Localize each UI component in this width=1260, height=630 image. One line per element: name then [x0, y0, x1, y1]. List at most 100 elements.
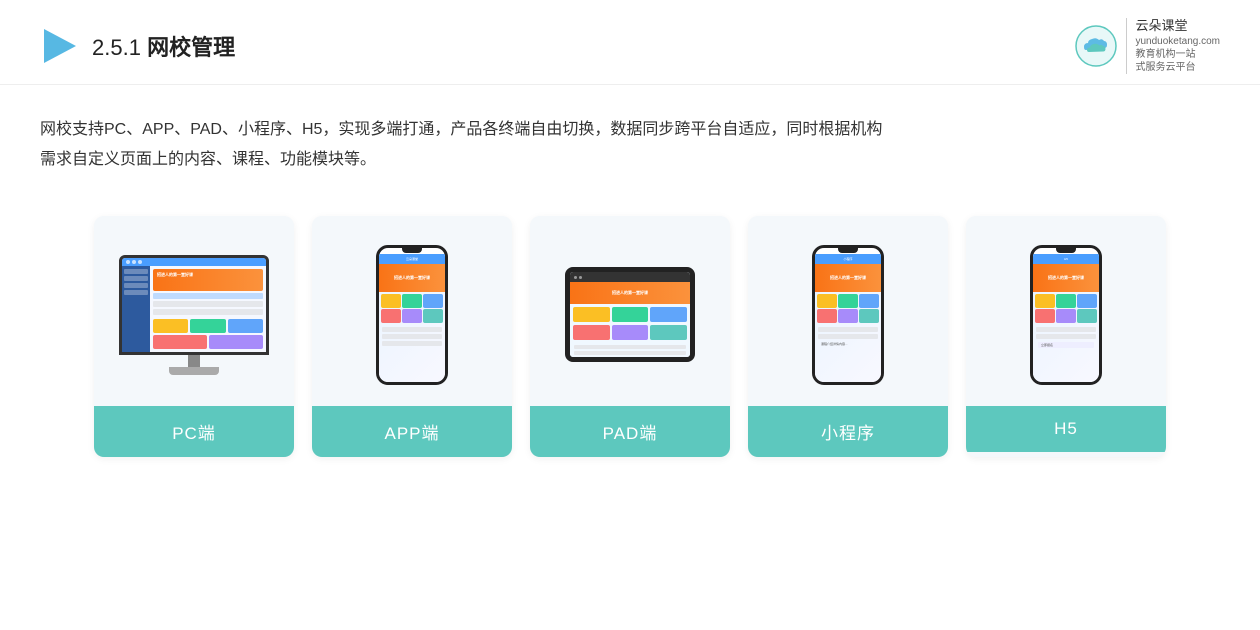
card-miniprogram: 小程序 招进人的第一堂好课: [748, 216, 948, 457]
logo-tagline: yunduoketang.com: [1135, 35, 1220, 48]
phone-h5-banner-text: 招进人的第一堂好课: [1048, 275, 1084, 280]
monitor-cards2: [153, 335, 263, 349]
tablet-card4: [573, 325, 610, 340]
phone-mini-grid: [815, 292, 881, 325]
monitor-mockup: 招进人的第一堂好课: [119, 255, 269, 375]
phone-h5-row2: [1036, 334, 1096, 339]
phone-miniprogram-mockup: 小程序 招进人的第一堂好课: [812, 245, 884, 385]
phone-content: 云朵课堂 招进人的第一堂好课: [379, 254, 445, 382]
phone-mini-rows: 课程介绍详情内容...: [815, 325, 881, 349]
grid-item1: [381, 294, 401, 308]
tablet-card6: [650, 325, 687, 340]
tablet-content: [570, 304, 690, 343]
phone-h5-mockup: H5 招进人的第一堂好课: [1030, 245, 1102, 385]
grid-item6: [423, 309, 443, 323]
tablet-banner-text: 招进人的第一堂好课: [612, 290, 648, 296]
phone-screen: 云朵课堂 招进人的第一堂好课: [379, 254, 445, 382]
tablet-row1: [574, 345, 686, 349]
phone-mini-topbar: 小程序: [815, 254, 881, 264]
mini-grid-item3: [859, 294, 879, 308]
tablet-screen: 招进人的第一堂好课: [570, 272, 690, 357]
tablet-dot2: [579, 276, 582, 279]
monitor-main: 招进人的第一堂好课: [150, 266, 266, 352]
monitor-screen: 招进人的第一堂好课: [122, 258, 266, 352]
h5-grid-item1: [1035, 294, 1055, 308]
phone-mini-content: 小程序 招进人的第一堂好课: [815, 254, 881, 382]
phone-h5-grid: [1033, 292, 1099, 325]
cards-section: 招进人的第一堂好课: [0, 186, 1260, 487]
h5-cta: 立即报名: [1038, 342, 1094, 348]
mini-grid-item5: [838, 309, 858, 323]
monitor-rows: [153, 293, 263, 315]
mini-grid-item1: [817, 294, 837, 308]
monitor-row2: [153, 301, 263, 307]
monitor-content: 招进人的第一堂好课: [122, 266, 266, 352]
phone-h5-content: H5 招进人的第一堂好课: [1033, 254, 1099, 382]
card-pc: 招进人的第一堂好课: [94, 216, 294, 457]
grid-item3: [423, 294, 443, 308]
tablet-banner: 招进人的第一堂好课: [570, 282, 690, 304]
phone-row2: [382, 334, 442, 339]
card-app: 云朵课堂 招进人的第一堂好课: [312, 216, 512, 457]
mini-desc: 课程介绍详情内容...: [818, 341, 878, 347]
phone-mini-screen: 小程序 招进人的第一堂好课: [815, 254, 881, 382]
card-h5: H5 招进人的第一堂好课: [966, 216, 1166, 457]
tablet-row2: [574, 351, 686, 355]
grid-item4: [381, 309, 401, 323]
monitor-banner-text: 招进人的第一堂好课: [157, 272, 193, 278]
h5-grid-item6: [1077, 309, 1097, 323]
phone-h5-banner: 招进人的第一堂好课: [1033, 264, 1099, 292]
monitor-neck: [188, 355, 200, 367]
mc3: [228, 319, 263, 333]
monitor-screen-inner: 招进人的第一堂好课: [122, 258, 266, 352]
phone-h5-screen: H5 招进人的第一堂好课: [1033, 254, 1099, 382]
monitor-dot2: [132, 260, 136, 264]
sb-item2: [124, 276, 148, 281]
monitor-cards: [153, 319, 263, 333]
tablet-card1: [573, 307, 610, 322]
card-miniprogram-image: 小程序 招进人的第一堂好课: [748, 216, 948, 406]
mc1: [153, 319, 188, 333]
mc5: [209, 335, 263, 349]
phone-app-mockup: 云朵课堂 招进人的第一堂好课: [376, 245, 448, 385]
logo-area: 云朵课堂 yunduoketang.com 教育机构一站 式服务云平台: [1074, 18, 1220, 74]
card-pc-label: PC端: [94, 406, 294, 457]
page: 2.5.1 网校管理 云朵课堂 yunduoketang.com 教育机构一站: [0, 0, 1260, 630]
monitor-stand: [169, 355, 219, 375]
phone-mini-banner: 招进人的第一堂好课: [815, 264, 881, 292]
tablet-card2: [612, 307, 649, 322]
card-app-image: 云朵课堂 招进人的第一堂好课: [312, 216, 512, 406]
card-app-label: APP端: [312, 406, 512, 457]
phone-rows: [379, 325, 445, 348]
tablet-rows: [570, 343, 690, 357]
description: 网校支持PC、APP、PAD、小程序、H5，实现多端打通，产品各终端自由切换，数…: [0, 85, 1260, 186]
sb-item3: [124, 283, 148, 288]
phone-mini-row1: [818, 327, 878, 332]
phone-mini-topbar-text: 小程序: [843, 257, 852, 261]
phone-h5-topbar-text: H5: [1064, 257, 1068, 261]
phone-h5-rows: 立即报名: [1033, 325, 1099, 351]
monitor-body: 招进人的第一堂好课: [119, 255, 269, 355]
phone-row3: [382, 341, 442, 346]
phone-mini-row2: [818, 334, 878, 339]
phone-banner-text: 招进人的第一堂好课: [394, 275, 430, 280]
phone-grid: [379, 292, 445, 325]
phone-h5-topbar: H5: [1033, 254, 1099, 264]
logo-icon: [1074, 24, 1118, 68]
mc2: [190, 319, 225, 333]
logo-tagline2: 教育机构一站: [1135, 48, 1220, 61]
card-pad: 招进人的第一堂好课: [530, 216, 730, 457]
page-title: 2.5.1 网校管理: [92, 30, 235, 62]
phone-topbar-text: 云朵课堂: [406, 257, 418, 261]
card-pad-image: 招进人的第一堂好课: [530, 216, 730, 406]
monitor-row1: [153, 293, 263, 299]
phone-topbar: 云朵课堂: [379, 254, 445, 264]
header-left: 2.5.1 网校管理: [40, 27, 235, 65]
monitor-base: [169, 367, 219, 375]
card-h5-image: H5 招进人的第一堂好课: [966, 216, 1166, 406]
monitor-dot3: [138, 260, 142, 264]
desc-line2: 需求自定义页面上的内容、课程、功能模块等。: [40, 145, 1220, 175]
tablet-dot1: [574, 276, 577, 279]
logo-texts: 云朵课堂 yunduoketang.com 教育机构一站 式服务云平台: [1126, 18, 1220, 74]
desc-line1: 网校支持PC、APP、PAD、小程序、H5，实现多端打通，产品各终端自由切换，数…: [40, 115, 1220, 145]
